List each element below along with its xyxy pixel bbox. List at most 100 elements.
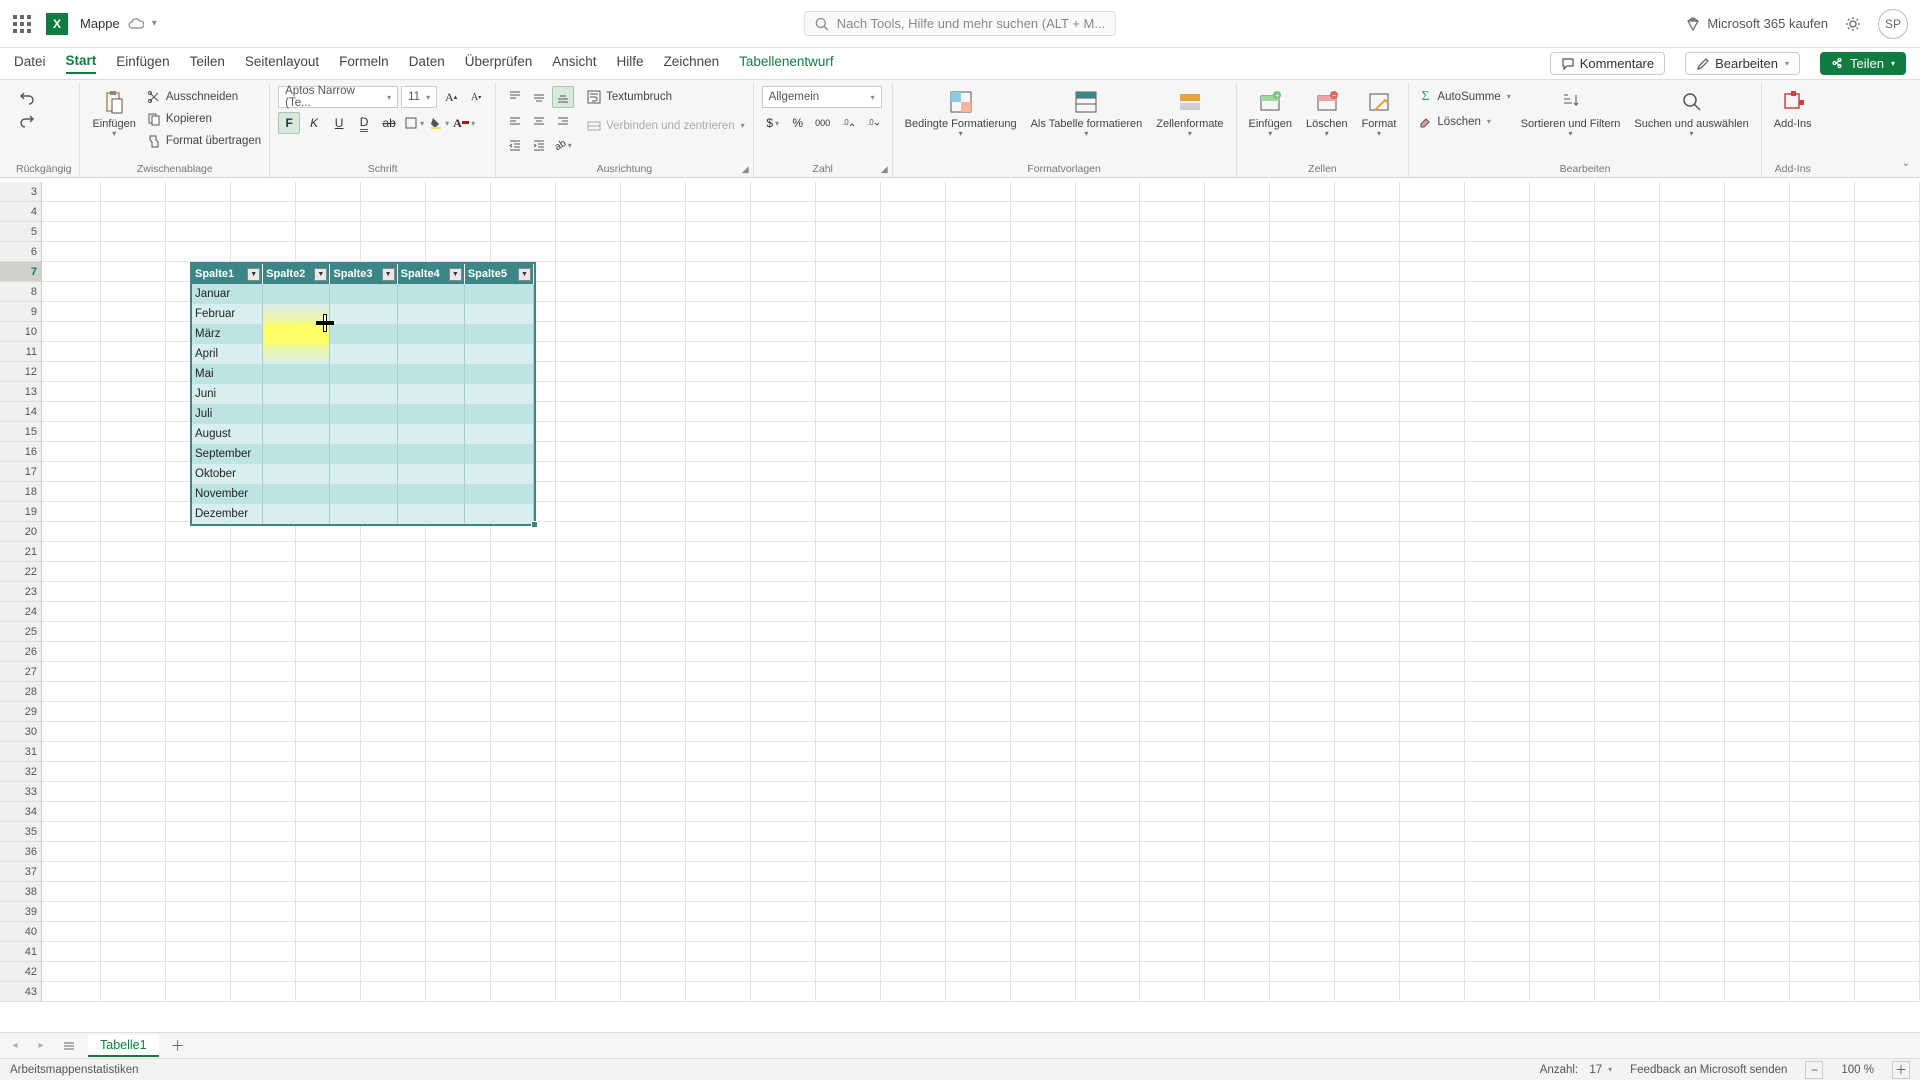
row-header[interactable]: 11 <box>0 342 41 362</box>
cell[interactable] <box>296 962 361 982</box>
cell[interactable] <box>686 402 751 422</box>
cell[interactable] <box>1140 622 1205 642</box>
cell[interactable] <box>816 382 881 402</box>
cell[interactable] <box>621 282 686 302</box>
cell[interactable] <box>1790 982 1855 1002</box>
cell[interactable] <box>1725 622 1790 642</box>
cell[interactable] <box>751 782 816 802</box>
cell[interactable] <box>426 582 491 602</box>
align-bottom-button[interactable] <box>552 86 574 108</box>
cell[interactable] <box>1660 602 1725 622</box>
row-header[interactable]: 32 <box>0 762 41 782</box>
cell[interactable] <box>1076 562 1141 582</box>
cell[interactable] <box>1790 802 1855 822</box>
cell[interactable] <box>1790 682 1855 702</box>
cell[interactable] <box>491 822 556 842</box>
cell[interactable] <box>361 242 426 262</box>
cell[interactable] <box>556 562 621 582</box>
cell[interactable] <box>1595 322 1660 342</box>
underline-button[interactable]: U <box>328 112 350 134</box>
cell[interactable] <box>1660 222 1725 242</box>
cell[interactable] <box>1530 522 1595 542</box>
cell[interactable] <box>816 662 881 682</box>
cell[interactable] <box>1595 342 1660 362</box>
cell[interactable] <box>1790 302 1855 322</box>
cell[interactable] <box>751 582 816 602</box>
table-cell[interactable] <box>398 424 465 444</box>
cell[interactable] <box>1855 442 1920 462</box>
cell[interactable] <box>296 682 361 702</box>
cell[interactable] <box>1790 442 1855 462</box>
cell[interactable] <box>881 442 946 462</box>
row-header[interactable]: 6 <box>0 242 41 262</box>
cell[interactable] <box>1725 402 1790 422</box>
cell[interactable] <box>1725 502 1790 522</box>
cell[interactable] <box>1660 282 1725 302</box>
cell[interactable] <box>751 862 816 882</box>
cell[interactable] <box>946 502 1011 522</box>
table-row[interactable]: Januar <box>192 284 534 304</box>
cell[interactable] <box>751 702 816 722</box>
cell[interactable] <box>361 822 426 842</box>
cell[interactable] <box>1725 982 1790 1002</box>
cell[interactable] <box>1270 262 1335 282</box>
cell[interactable] <box>1076 442 1141 462</box>
cell[interactable] <box>1530 482 1595 502</box>
cell[interactable] <box>621 682 686 702</box>
cell[interactable] <box>42 462 101 482</box>
document-menu-chevron-icon[interactable]: ▾ <box>152 18 157 29</box>
cell[interactable] <box>1076 842 1141 862</box>
cell[interactable] <box>1660 502 1725 522</box>
row-header[interactable]: 16 <box>0 442 41 462</box>
cell[interactable] <box>1855 382 1920 402</box>
cell[interactable] <box>101 862 166 882</box>
cell[interactable] <box>1400 182 1465 202</box>
cell[interactable] <box>1855 322 1920 342</box>
cell[interactable] <box>556 962 621 982</box>
cell[interactable] <box>1855 562 1920 582</box>
row-header[interactable]: 17 <box>0 462 41 482</box>
cell[interactable] <box>1790 702 1855 722</box>
cell[interactable] <box>1465 342 1530 362</box>
cell[interactable] <box>1660 882 1725 902</box>
cell[interactable] <box>42 742 101 762</box>
cell[interactable] <box>491 882 556 902</box>
cell[interactable] <box>1595 402 1660 422</box>
cell[interactable] <box>491 742 556 762</box>
cell[interactable] <box>556 982 621 1002</box>
cell[interactable] <box>1400 562 1465 582</box>
cell[interactable] <box>621 862 686 882</box>
cell[interactable] <box>42 902 101 922</box>
cell[interactable] <box>1205 782 1270 802</box>
cell[interactable] <box>1790 862 1855 882</box>
table-cell[interactable] <box>465 484 534 504</box>
cell[interactable] <box>296 622 361 642</box>
cell[interactable] <box>1205 422 1270 442</box>
cell[interactable] <box>1465 502 1530 522</box>
cell-styles-button[interactable]: Zellenformate▾ <box>1152 86 1227 141</box>
cell[interactable] <box>296 562 361 582</box>
row-header[interactable]: 23 <box>0 582 41 602</box>
cell[interactable] <box>101 202 166 222</box>
cell[interactable] <box>361 902 426 922</box>
cell[interactable] <box>1855 782 1920 802</box>
cell[interactable] <box>1530 562 1595 582</box>
tab-datei[interactable]: Datei <box>14 54 46 73</box>
table-cell[interactable] <box>263 424 330 444</box>
cell[interactable] <box>751 882 816 902</box>
filter-dropdown-icon[interactable]: ▼ <box>518 268 531 281</box>
cell[interactable] <box>816 922 881 942</box>
cell[interactable] <box>426 622 491 642</box>
cell[interactable] <box>816 502 881 522</box>
cell[interactable] <box>1011 922 1076 942</box>
cell[interactable] <box>881 282 946 302</box>
decrease-font-button[interactable]: A▾ <box>465 86 487 108</box>
cell[interactable] <box>296 722 361 742</box>
cell[interactable] <box>1465 262 1530 282</box>
cell[interactable] <box>231 602 296 622</box>
cell[interactable] <box>686 642 751 662</box>
table-resize-handle[interactable] <box>531 521 538 528</box>
cell[interactable] <box>1011 862 1076 882</box>
cell[interactable] <box>751 982 816 1002</box>
cell[interactable] <box>946 362 1011 382</box>
